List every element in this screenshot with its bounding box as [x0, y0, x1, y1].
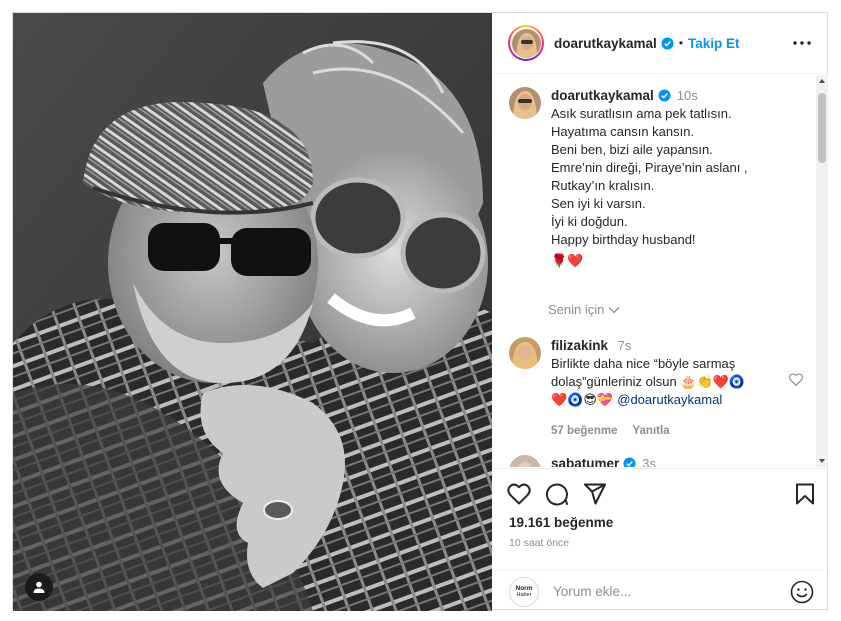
author-avatar	[511, 28, 541, 58]
header-separator: •	[678, 36, 684, 50]
share-icon	[584, 483, 606, 505]
more-options-icon	[793, 41, 811, 45]
smiley-icon	[790, 580, 814, 603]
caption-line: İyi ki doğdun.	[551, 214, 628, 229]
comment-icon	[545, 483, 568, 506]
author-avatar-ring[interactable]	[508, 25, 544, 61]
caption-line: Asık suratlısın ama pek tatlısın.	[551, 106, 732, 121]
verified-badge-icon	[658, 89, 671, 102]
comment-like-button[interactable]	[789, 373, 803, 391]
commenter-avatar[interactable]	[509, 455, 541, 467]
verified-badge-icon	[623, 457, 636, 467]
add-comment-bar: Norm Haber	[493, 570, 828, 612]
comments-scrollbar[interactable]	[816, 75, 828, 467]
user-tag-icon	[33, 581, 45, 593]
comment-text-line: Birlikte daha nice “böyle sarmaş	[551, 356, 736, 371]
comment-time[interactable]: 3s	[642, 456, 656, 467]
action-icon-row	[507, 479, 815, 509]
caption-time[interactable]: 10s	[677, 88, 698, 103]
comment-likes[interactable]: 57 beğenme	[551, 425, 617, 437]
user-tag-button[interactable]	[25, 573, 53, 601]
like-button[interactable]	[507, 483, 531, 505]
heart-outline-icon	[789, 373, 803, 387]
commenter-username[interactable]: filizakink	[551, 338, 608, 353]
comment-time[interactable]: 7s	[618, 338, 632, 353]
post-photo[interactable]	[13, 13, 492, 611]
comment-mention-link[interactable]: @doarutkaykamal	[617, 392, 722, 407]
heart-outline-icon	[507, 483, 531, 505]
like-count[interactable]: 19.161 beğenme	[509, 515, 613, 530]
comment-item: sabatumer 3s	[509, 455, 656, 467]
chevron-down-icon	[608, 306, 620, 313]
author-username[interactable]: doarutkaykamal	[554, 36, 657, 51]
caption-line: Rutkay’ın kralısın.	[551, 178, 655, 193]
for-you-sort-toggle[interactable]: Senin için	[548, 302, 620, 317]
bookmark-icon	[796, 483, 814, 505]
post-caption: doarutkaykamal 10s Asık suratlısın ama pe…	[509, 87, 809, 271]
caption-line: Emre’nin direği, Piraye’nin aslanı ,	[551, 160, 748, 175]
share-button[interactable]	[583, 483, 607, 505]
emoji-picker-button[interactable]	[790, 580, 814, 604]
follow-button[interactable]: Takip Et	[688, 36, 740, 51]
post-side-panel: doarutkaykamal • Takip Et doarutkaykamal…	[493, 13, 828, 611]
scrollbar-thumb[interactable]	[818, 93, 826, 163]
caption-emoji: 🌹❤️	[551, 254, 584, 269]
scroll-down-arrow[interactable]	[819, 459, 825, 463]
post-timestamp[interactable]: 10 saat önce	[509, 537, 569, 549]
commenter-avatar[interactable]	[509, 337, 541, 369]
comments-list[interactable]: doarutkaykamal 10s Asık suratlısın ama pe…	[493, 75, 828, 467]
caption-line: Hayatıma cansın kansın.	[551, 124, 695, 139]
save-button[interactable]	[795, 483, 815, 505]
more-options-button[interactable]	[790, 31, 814, 55]
caption-line: Sen iyi ki varsın.	[551, 196, 646, 211]
caption-line: Happy birthday husband!	[551, 232, 696, 247]
comment-button[interactable]	[545, 482, 569, 506]
comment-reply-button[interactable]: Yanıtla	[632, 425, 669, 437]
scroll-up-arrow[interactable]	[819, 79, 825, 83]
post-header: doarutkaykamal • Takip Et	[493, 13, 828, 74]
comment-item: filizakink 7s Birlikte daha nice “böyle …	[509, 337, 809, 440]
for-you-label: Senin için	[548, 302, 605, 317]
post-modal: doarutkaykamal • Takip Et doarutkaykamal…	[12, 12, 828, 611]
avatar-text-line: Haber	[516, 591, 532, 598]
comment-text-line: dolaş”günleriniz olsun 🎂👏❤️🧿	[551, 374, 746, 389]
caption-username[interactable]: doarutkaykamal	[551, 88, 654, 103]
post-actions: 19.161 beğenme 10 saat önce Norm Haber	[493, 468, 828, 611]
avatar-text-line: Norm	[515, 584, 533, 592]
comment-emoji: ❤️🧿😎💝	[551, 393, 618, 408]
caption-avatar[interactable]	[509, 87, 541, 119]
verified-badge-icon	[661, 36, 674, 50]
commenter-username[interactable]: sabatumer	[551, 456, 619, 467]
current-user-avatar[interactable]: Norm Haber	[509, 576, 539, 607]
comment-input[interactable]	[553, 584, 790, 599]
post-image	[13, 13, 492, 611]
caption-line: Beni ben, bizi aile yapansın.	[551, 142, 713, 157]
